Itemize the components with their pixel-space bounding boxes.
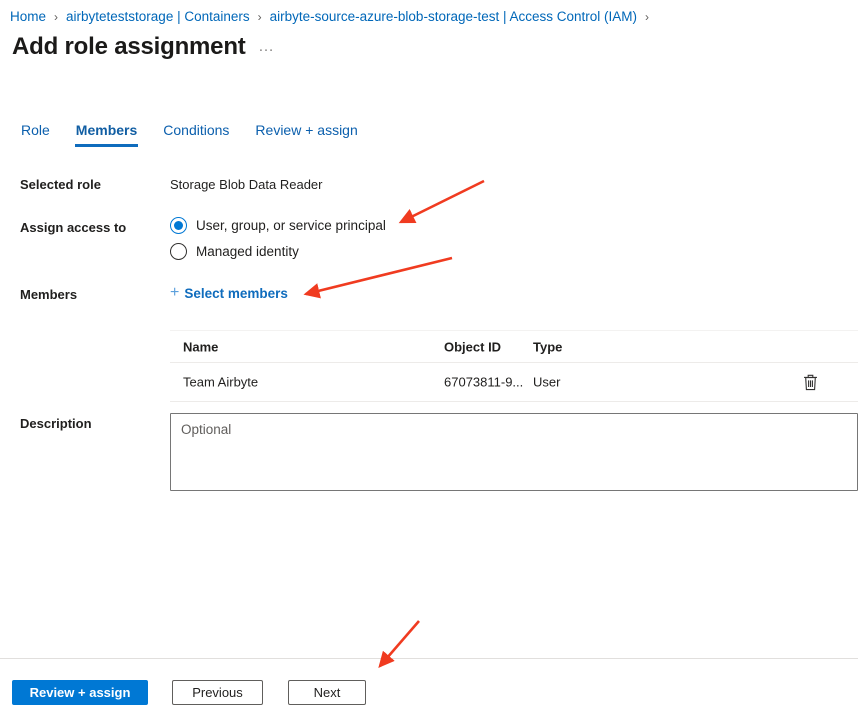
tab-bar: Role Members Conditions Review + assign — [20, 120, 359, 147]
radio-user-group-service-principal[interactable]: User, group, or service principal — [170, 217, 386, 234]
plus-icon: + — [170, 285, 179, 301]
tab-review-assign[interactable]: Review + assign — [254, 120, 358, 147]
members-label: Members — [20, 287, 77, 302]
radio-managed-identity[interactable]: Managed identity — [170, 243, 386, 260]
tab-conditions[interactable]: Conditions — [162, 120, 230, 147]
column-header-type: Type — [533, 339, 562, 354]
breadcrumb: Home › airbyteteststorage | Containers ›… — [10, 9, 657, 24]
delete-member-button[interactable] — [801, 373, 819, 391]
selected-role-value: Storage Blob Data Reader — [170, 177, 322, 192]
annotation-arrow-next-button — [380, 621, 419, 666]
radio-selected-icon — [170, 217, 187, 234]
breadcrumb-access-control[interactable]: airbyte-source-azure-blob-storage-test |… — [270, 9, 637, 24]
description-label: Description — [20, 416, 92, 431]
footer-divider — [0, 658, 858, 659]
add-role-assignment-page: Home › airbyteteststorage | Containers ›… — [0, 0, 858, 710]
member-object-id: 67073811-9... — [444, 375, 523, 390]
members-table-header: Name Object ID Type — [170, 331, 858, 363]
page-title: Add role assignment — [12, 33, 246, 61]
trash-icon — [803, 374, 818, 391]
radio-label: User, group, or service principal — [196, 218, 386, 233]
column-header-name: Name — [183, 339, 218, 354]
radio-unselected-icon — [170, 243, 187, 260]
members-table: Name Object ID Type Team Airbyte 6707381… — [170, 330, 858, 402]
assign-access-to-label: Assign access to — [20, 220, 126, 235]
breadcrumb-home[interactable]: Home — [10, 9, 46, 24]
member-name: Team Airbyte — [183, 375, 258, 390]
description-input[interactable] — [170, 413, 858, 491]
assign-access-to-radio-group: User, group, or service principal Manage… — [170, 217, 386, 260]
selected-role-label: Selected role — [20, 177, 101, 192]
breadcrumb-separator-icon: › — [258, 10, 262, 24]
previous-button[interactable]: Previous — [172, 680, 263, 705]
breadcrumb-separator-icon: › — [645, 10, 649, 24]
radio-label: Managed identity — [196, 244, 299, 259]
tab-members[interactable]: Members — [75, 120, 138, 147]
review-assign-button[interactable]: Review + assign — [12, 680, 148, 705]
select-members-label: Select members — [184, 286, 288, 301]
table-row: Team Airbyte 67073811-9... User — [170, 363, 858, 402]
next-button[interactable]: Next — [288, 680, 366, 705]
annotation-arrow-assign-access — [401, 181, 484, 222]
breadcrumb-separator-icon: › — [54, 10, 58, 24]
member-type: User — [533, 375, 560, 390]
more-options-icon[interactable]: … — [258, 38, 276, 56]
breadcrumb-storage-containers[interactable]: airbyteteststorage | Containers — [66, 9, 250, 24]
select-members-link[interactable]: + Select members — [170, 285, 288, 301]
annotation-arrow-select-members — [306, 258, 452, 294]
column-header-object-id: Object ID — [444, 339, 501, 354]
tab-role[interactable]: Role — [20, 120, 51, 147]
